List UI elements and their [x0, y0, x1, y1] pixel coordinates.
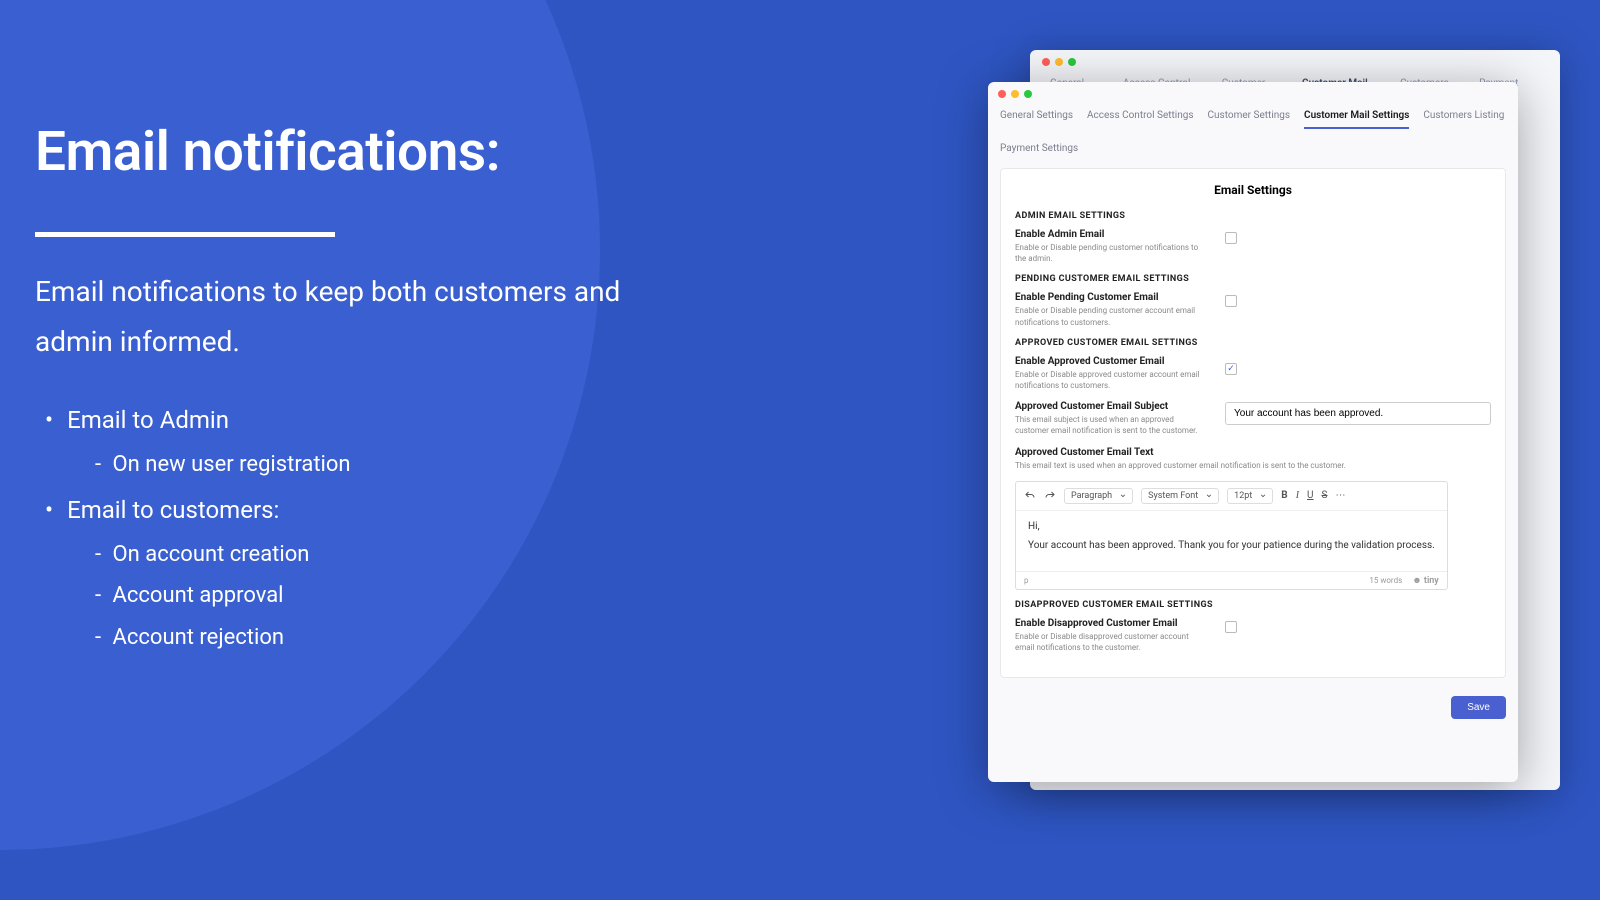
tab-access-control[interactable]: Access Control Settings — [1087, 110, 1194, 129]
sub-bullet-rejection: Account rejection — [95, 617, 655, 659]
sub-bullet-creation: On account creation — [95, 534, 655, 576]
editor-word-count: 15 words — [1369, 576, 1402, 585]
redo-icon[interactable] — [1044, 490, 1056, 502]
minimize-dot-icon[interactable] — [1011, 90, 1019, 98]
disapproved-email-field: Enable Disapproved Customer Email Enable… — [1015, 618, 1491, 653]
editor-toolbar: Paragraph System Font 12pt B I U S ⋯ — [1016, 482, 1447, 511]
more-icon[interactable]: ⋯ — [1335, 490, 1345, 501]
approved-subject-label: Approved Customer Email Subject — [1015, 401, 1205, 412]
sub-bullet-registration: On new user registration — [95, 444, 655, 486]
bold-icon[interactable]: B — [1281, 490, 1287, 501]
approved-enable-label: Enable Approved Customer Email — [1015, 356, 1205, 367]
tiny-logo-icon: ☻ tiny — [1412, 575, 1439, 586]
title-divider — [35, 232, 335, 237]
admin-email-desc: Enable or Disable pending customer notif… — [1015, 242, 1205, 264]
pending-email-field: Enable Pending Customer Email Enable or … — [1015, 292, 1491, 327]
approved-enable-desc: Enable or Disable approved customer acco… — [1015, 369, 1205, 391]
paragraph-select[interactable]: Paragraph — [1064, 488, 1133, 504]
disapproved-email-desc: Enable or Disable disapproved customer a… — [1015, 631, 1205, 653]
approved-enable-checkbox[interactable]: ✓ — [1225, 363, 1237, 375]
editor-line-body: Your account has been approved. Thank yo… — [1028, 540, 1435, 551]
font-size-select[interactable]: 12pt — [1227, 488, 1273, 504]
bullet-admin: Email to Admin On new user registration — [35, 396, 655, 486]
settings-tabs: General Settings Access Control Settings… — [988, 106, 1518, 160]
pending-email-checkbox[interactable] — [1225, 295, 1237, 307]
approved-enable-field: Enable Approved Customer Email Enable or… — [1015, 356, 1491, 391]
maximize-dot-icon[interactable] — [1024, 90, 1032, 98]
tab-customers-listing[interactable]: Customers Listing — [1423, 110, 1504, 129]
pending-email-label: Enable Pending Customer Email — [1015, 292, 1205, 303]
approved-text-field: Approved Customer Email Text This email … — [1015, 447, 1491, 590]
page-subtitle: Email notifications to keep both custome… — [35, 267, 655, 368]
approved-subject-field: Approved Customer Email Subject This ema… — [1015, 401, 1491, 436]
settings-window: General Settings Access Control Settings… — [988, 82, 1518, 782]
bullet-admin-label: Email to Admin — [67, 406, 229, 434]
admin-section-heading: ADMIN EMAIL SETTINGS — [1015, 211, 1491, 221]
approved-subject-desc: This email subject is used when an appro… — [1015, 414, 1205, 436]
close-dot-icon[interactable] — [998, 90, 1006, 98]
bullet-customers: Email to customers: On account creation … — [35, 486, 655, 659]
rich-text-editor: Paragraph System Font 12pt B I U S ⋯ Hi,… — [1015, 481, 1448, 590]
editor-content[interactable]: Hi, Your account has been approved. Than… — [1016, 511, 1447, 571]
editor-line-greeting: Hi, — [1028, 521, 1435, 532]
admin-email-label: Enable Admin Email — [1015, 229, 1205, 240]
pending-email-desc: Enable or Disable pending customer accou… — [1015, 305, 1205, 327]
admin-email-field: Enable Admin Email Enable or Disable pen… — [1015, 229, 1491, 264]
undo-icon[interactable] — [1024, 490, 1036, 502]
bullet-customers-label: Email to customers: — [67, 496, 279, 524]
approved-subject-input[interactable] — [1225, 402, 1491, 425]
disapproved-section-heading: DISAPPROVED CUSTOMER EMAIL SETTINGS — [1015, 600, 1491, 610]
disapproved-email-checkbox[interactable] — [1225, 621, 1237, 633]
panel-title: Email Settings — [1015, 183, 1491, 197]
page-title: Email notifications: — [35, 120, 655, 184]
tab-customer-settings[interactable]: Customer Settings — [1208, 110, 1291, 129]
tab-general[interactable]: General Settings — [1000, 110, 1073, 129]
editor-element-path: p — [1024, 576, 1029, 585]
admin-email-checkbox[interactable] — [1225, 232, 1237, 244]
approved-section-heading: APPROVED CUSTOMER EMAIL SETTINGS — [1015, 338, 1491, 348]
underline-icon[interactable]: U — [1307, 490, 1313, 501]
italic-icon[interactable]: I — [1296, 490, 1299, 501]
pending-section-heading: PENDING CUSTOMER EMAIL SETTINGS — [1015, 274, 1491, 284]
save-row: Save — [988, 686, 1518, 729]
traffic-lights — [988, 82, 1518, 106]
approved-text-label: Approved Customer Email Text — [1015, 447, 1346, 458]
traffic-lights-bg — [1042, 58, 1548, 66]
approved-text-desc: This email text is used when an approved… — [1015, 460, 1346, 471]
marketing-copy: Email notifications: Email notifications… — [35, 120, 655, 659]
email-settings-panel: Email Settings ADMIN EMAIL SETTINGS Enab… — [1000, 168, 1506, 678]
tab-customer-mail[interactable]: Customer Mail Settings — [1304, 110, 1409, 129]
font-select[interactable]: System Font — [1141, 488, 1219, 504]
editor-footer: p 15 words ☻ tiny — [1016, 571, 1447, 589]
disapproved-email-label: Enable Disapproved Customer Email — [1015, 618, 1205, 629]
tab-payment-settings[interactable]: Payment Settings — [1000, 143, 1078, 160]
strikethrough-icon[interactable]: S — [1322, 490, 1328, 501]
sub-bullet-approval: Account approval — [95, 575, 655, 617]
save-button[interactable]: Save — [1451, 696, 1506, 719]
